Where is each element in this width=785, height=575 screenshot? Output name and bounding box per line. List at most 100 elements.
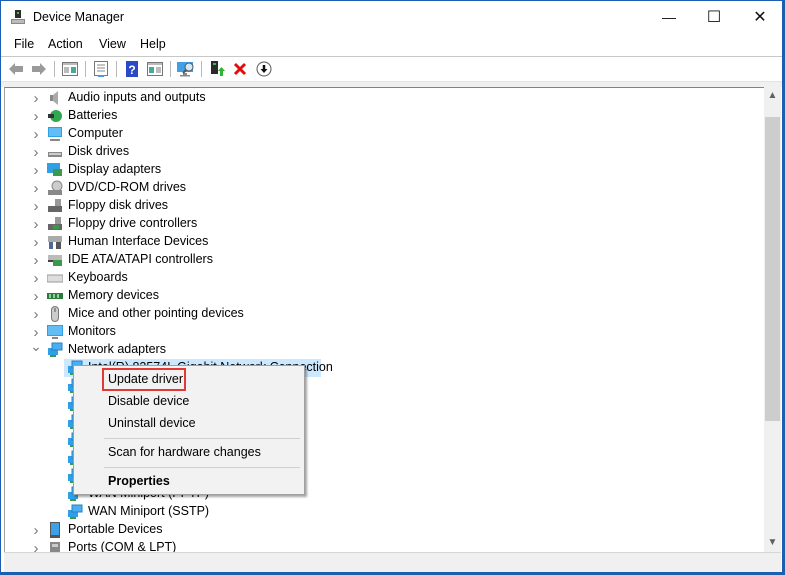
context-menu: Update driver Disable device Uninstall d… — [73, 365, 305, 495]
expand-chevron-icon[interactable]: › — [31, 108, 41, 125]
tree-category-label: Portable Devices — [68, 522, 163, 536]
menu-bar: File Action View Help — [1, 34, 782, 55]
expand-chevron-icon[interactable]: › — [31, 252, 41, 269]
tree-category[interactable]: › Human Interface Devices — [5, 233, 705, 251]
tree-category-label: Floppy drive controllers — [68, 216, 198, 230]
ctx-separator — [104, 467, 300, 468]
toolbar-divider — [85, 61, 86, 77]
network-adapter-icon — [47, 342, 63, 358]
mouse-icon — [47, 306, 63, 322]
tree-category[interactable]: ⌄ Network adapters — [5, 338, 705, 359]
properties-button[interactable] — [92, 60, 110, 78]
window-title: Device Manager — [33, 10, 125, 24]
tree-category[interactable]: › Audio inputs and outputs — [5, 89, 705, 107]
monitor-icon — [47, 324, 63, 340]
scroll-down-button[interactable]: ▼ — [764, 534, 781, 551]
expand-chevron-icon[interactable]: › — [31, 198, 41, 215]
back-arrow-icon — [9, 63, 23, 75]
tree-category[interactable]: › Floppy drive controllers — [5, 215, 705, 233]
expand-chevron-icon[interactable]: › — [31, 144, 41, 161]
help-icon: ? — [126, 61, 138, 77]
forward-button[interactable] — [30, 60, 48, 78]
update-driver-button[interactable] — [208, 60, 226, 78]
tree-category-label: Ports (COM & LPT) — [68, 540, 177, 552]
help-button[interactable]: ? — [123, 60, 141, 78]
display-adapter-icon — [47, 162, 63, 178]
maximize-button[interactable]: ☐ — [691, 1, 737, 33]
title-bar: Device Manager — ☐ ✕ — [1, 1, 782, 33]
expand-chevron-icon[interactable]: › — [31, 522, 41, 539]
tree-category[interactable]: › Display adapters — [5, 161, 705, 179]
ide-controller-icon — [47, 252, 63, 268]
toolbar: ? — [1, 57, 782, 81]
ctx-disable-device[interactable]: Disable device — [108, 394, 189, 408]
disk-drive-icon — [47, 144, 63, 160]
back-button[interactable] — [7, 60, 25, 78]
tree-category[interactable]: › Monitors — [5, 323, 705, 341]
tree-category[interactable]: › Batteries — [5, 107, 705, 125]
tree-category[interactable]: › Mice and other pointing devices — [5, 305, 705, 323]
expand-chevron-icon[interactable]: › — [31, 216, 41, 233]
disable-device-button[interactable] — [255, 60, 273, 78]
keyboard-icon — [46, 270, 64, 286]
tree-category[interactable]: › Floppy disk drives — [5, 197, 705, 215]
vertical-scrollbar[interactable]: ▲ ▼ — [764, 87, 781, 552]
tree-category[interactable]: › Ports (COM & LPT) — [5, 539, 705, 552]
show-hide-action-pane-button[interactable] — [146, 60, 164, 78]
expand-chevron-icon[interactable]: › — [31, 180, 41, 197]
tree-category[interactable]: › Computer — [5, 125, 705, 143]
tree-category[interactable]: › Memory devices — [5, 287, 705, 305]
tree-category[interactable]: › Keyboards — [5, 269, 705, 287]
action-pane-icon — [147, 62, 163, 76]
minimize-button[interactable]: — — [646, 1, 692, 33]
tree-category[interactable]: › Portable Devices — [5, 521, 705, 539]
close-button[interactable]: ✕ — [737, 1, 783, 33]
device-manager-icon — [11, 10, 25, 24]
show-hide-console-tree-button[interactable] — [61, 60, 79, 78]
uninstall-device-button[interactable] — [231, 60, 249, 78]
tree-category-label: Monitors — [68, 324, 116, 338]
ctx-uninstall-device[interactable]: Uninstall device — [108, 416, 196, 430]
tree-category-label: Memory devices — [68, 288, 159, 302]
menu-file[interactable]: File — [14, 37, 34, 51]
down-arrow-circle-icon — [256, 61, 272, 77]
expand-chevron-icon[interactable]: › — [31, 126, 41, 143]
scrollbar-thumb[interactable] — [765, 117, 780, 421]
expand-chevron-icon[interactable]: › — [31, 90, 41, 107]
memory-icon — [47, 288, 63, 304]
menu-view[interactable]: View — [99, 37, 126, 51]
tree-category-label: Computer — [68, 126, 123, 140]
tree-category[interactable]: › IDE ATA/ATAPI controllers — [5, 251, 705, 269]
toolbar-divider — [54, 61, 55, 77]
collapse-chevron-icon[interactable]: ⌄ — [30, 338, 42, 354]
menu-help[interactable]: Help — [140, 37, 166, 51]
red-x-icon — [233, 62, 247, 76]
minimize-icon: — — [662, 9, 676, 25]
expand-chevron-icon[interactable]: › — [31, 306, 41, 323]
ctx-scan-hardware[interactable]: Scan for hardware changes — [108, 445, 261, 459]
scroll-up-button[interactable]: ▲ — [764, 87, 781, 104]
speaker-icon — [47, 90, 63, 106]
network-adapter-item[interactable]: WAN Miniport (SSTP) — [64, 503, 264, 521]
tree-category[interactable]: › Disk drives — [5, 143, 705, 161]
update-driver-icon — [211, 61, 225, 76]
expand-chevron-icon[interactable]: › — [31, 288, 41, 305]
expand-chevron-icon[interactable]: › — [31, 162, 41, 179]
menu-action[interactable]: Action — [48, 37, 83, 51]
expand-chevron-icon[interactable]: › — [31, 234, 41, 251]
network-adapter-label: WAN Miniport (SSTP) — [88, 504, 210, 518]
device-manager-window: Device Manager — ☐ ✕ File Action View He… — [0, 0, 783, 573]
tree-category[interactable]: › DVD/CD-ROM drives — [5, 179, 705, 197]
tree-category-label: Display adapters — [68, 162, 162, 176]
status-bar — [4, 552, 781, 572]
expand-chevron-icon[interactable]: › — [31, 540, 41, 553]
chevron-up-icon: ▲ — [767, 90, 778, 101]
scan-hardware-button[interactable] — [177, 60, 195, 78]
ctx-update-driver[interactable]: Update driver — [108, 372, 183, 386]
ctx-properties[interactable]: Properties — [108, 474, 170, 488]
toolbar-divider — [116, 61, 117, 77]
tree-category-label: Keyboards — [68, 270, 128, 284]
expand-chevron-icon[interactable]: › — [31, 324, 41, 341]
expand-chevron-icon[interactable]: › — [31, 270, 41, 287]
properties-sheet-icon — [94, 61, 108, 77]
